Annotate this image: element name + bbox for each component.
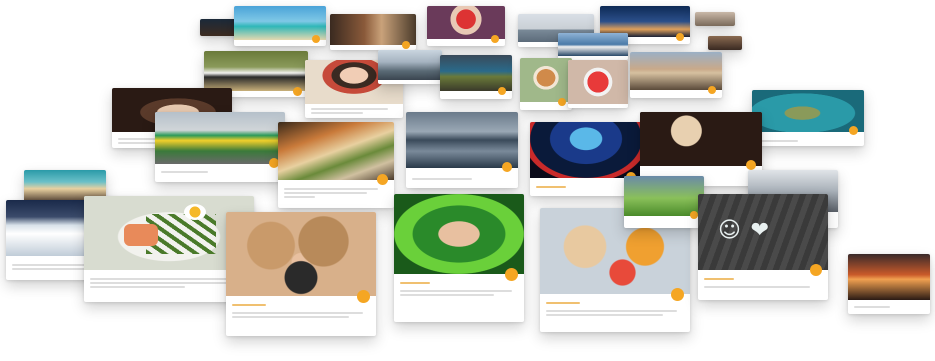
card-photo	[440, 55, 512, 91]
photo-card[interactable]	[568, 60, 628, 108]
photo-card[interactable]	[278, 122, 394, 208]
badge-icon	[312, 35, 320, 43]
card-photo	[568, 60, 628, 104]
card-photo	[204, 51, 308, 91]
badge-icon	[377, 174, 388, 185]
badge-icon	[671, 288, 684, 301]
card-tag	[232, 302, 266, 308]
card-tag	[536, 184, 566, 190]
photo-card[interactable]	[155, 112, 285, 182]
card-caption	[161, 169, 279, 175]
photo-card[interactable]	[406, 112, 518, 188]
photo-card[interactable]	[624, 176, 704, 228]
card-photo	[155, 112, 285, 164]
card-photo	[226, 212, 376, 296]
card-photo	[378, 50, 442, 80]
card-photo	[278, 122, 394, 180]
card-caption	[311, 106, 397, 116]
photo-card[interactable]	[708, 36, 742, 50]
card-photo	[406, 112, 518, 168]
photo-card[interactable]	[226, 212, 376, 336]
card-caption	[90, 276, 248, 290]
badge-icon	[502, 162, 512, 172]
photo-card[interactable]	[558, 33, 628, 60]
card-photo	[234, 6, 326, 40]
card-photo	[330, 14, 416, 45]
card-caption	[400, 288, 518, 298]
badge-icon	[746, 160, 756, 170]
card-tag	[400, 280, 430, 286]
card-photo	[624, 176, 704, 216]
card-photo	[530, 122, 642, 178]
photo-card[interactable]	[630, 52, 722, 98]
card-photo	[427, 6, 505, 39]
card-photo	[394, 194, 524, 274]
badge-icon	[505, 268, 518, 281]
photo-card[interactable]	[394, 194, 524, 322]
egg	[184, 204, 206, 220]
photo-card[interactable]	[440, 55, 512, 99]
photo-card[interactable]	[234, 6, 326, 46]
photo-card[interactable]	[330, 14, 416, 50]
card-photo	[752, 90, 864, 132]
badge-icon	[676, 33, 684, 41]
salmon	[124, 224, 158, 246]
card-caption	[546, 308, 684, 318]
badge-icon	[849, 126, 858, 135]
card-photo	[558, 33, 628, 56]
card-photo	[630, 52, 722, 90]
card-meta	[412, 176, 472, 182]
photo-card[interactable]	[695, 12, 735, 26]
card-tag	[546, 300, 580, 306]
photo-card[interactable]	[378, 50, 442, 84]
card-tag	[704, 276, 734, 282]
photo-card[interactable]	[640, 112, 762, 186]
badge-icon	[491, 35, 499, 43]
badge-icon	[558, 98, 566, 106]
card-photo	[640, 112, 762, 166]
photo-card[interactable]: ☺ ❤	[698, 194, 828, 300]
photo-card[interactable]	[752, 90, 864, 146]
card-caption	[232, 310, 370, 320]
badge-icon	[708, 86, 716, 94]
love-chalk: ☺ ❤	[718, 218, 771, 243]
card-caption	[704, 284, 822, 290]
badge-icon	[293, 87, 302, 96]
card-photo	[848, 254, 930, 300]
photo-card[interactable]	[520, 58, 572, 110]
card-meta	[758, 138, 798, 144]
card-photo	[695, 12, 735, 26]
card-caption	[284, 186, 388, 200]
photo-card[interactable]	[848, 254, 930, 314]
card-photo	[520, 58, 572, 102]
badge-icon	[498, 87, 506, 95]
card-photo	[708, 36, 742, 50]
badge-icon	[357, 290, 370, 303]
photo-card[interactable]	[427, 6, 505, 46]
badge-icon	[402, 41, 410, 49]
badge-icon	[690, 211, 698, 219]
card-meta	[854, 304, 890, 310]
badge-icon	[810, 264, 822, 276]
